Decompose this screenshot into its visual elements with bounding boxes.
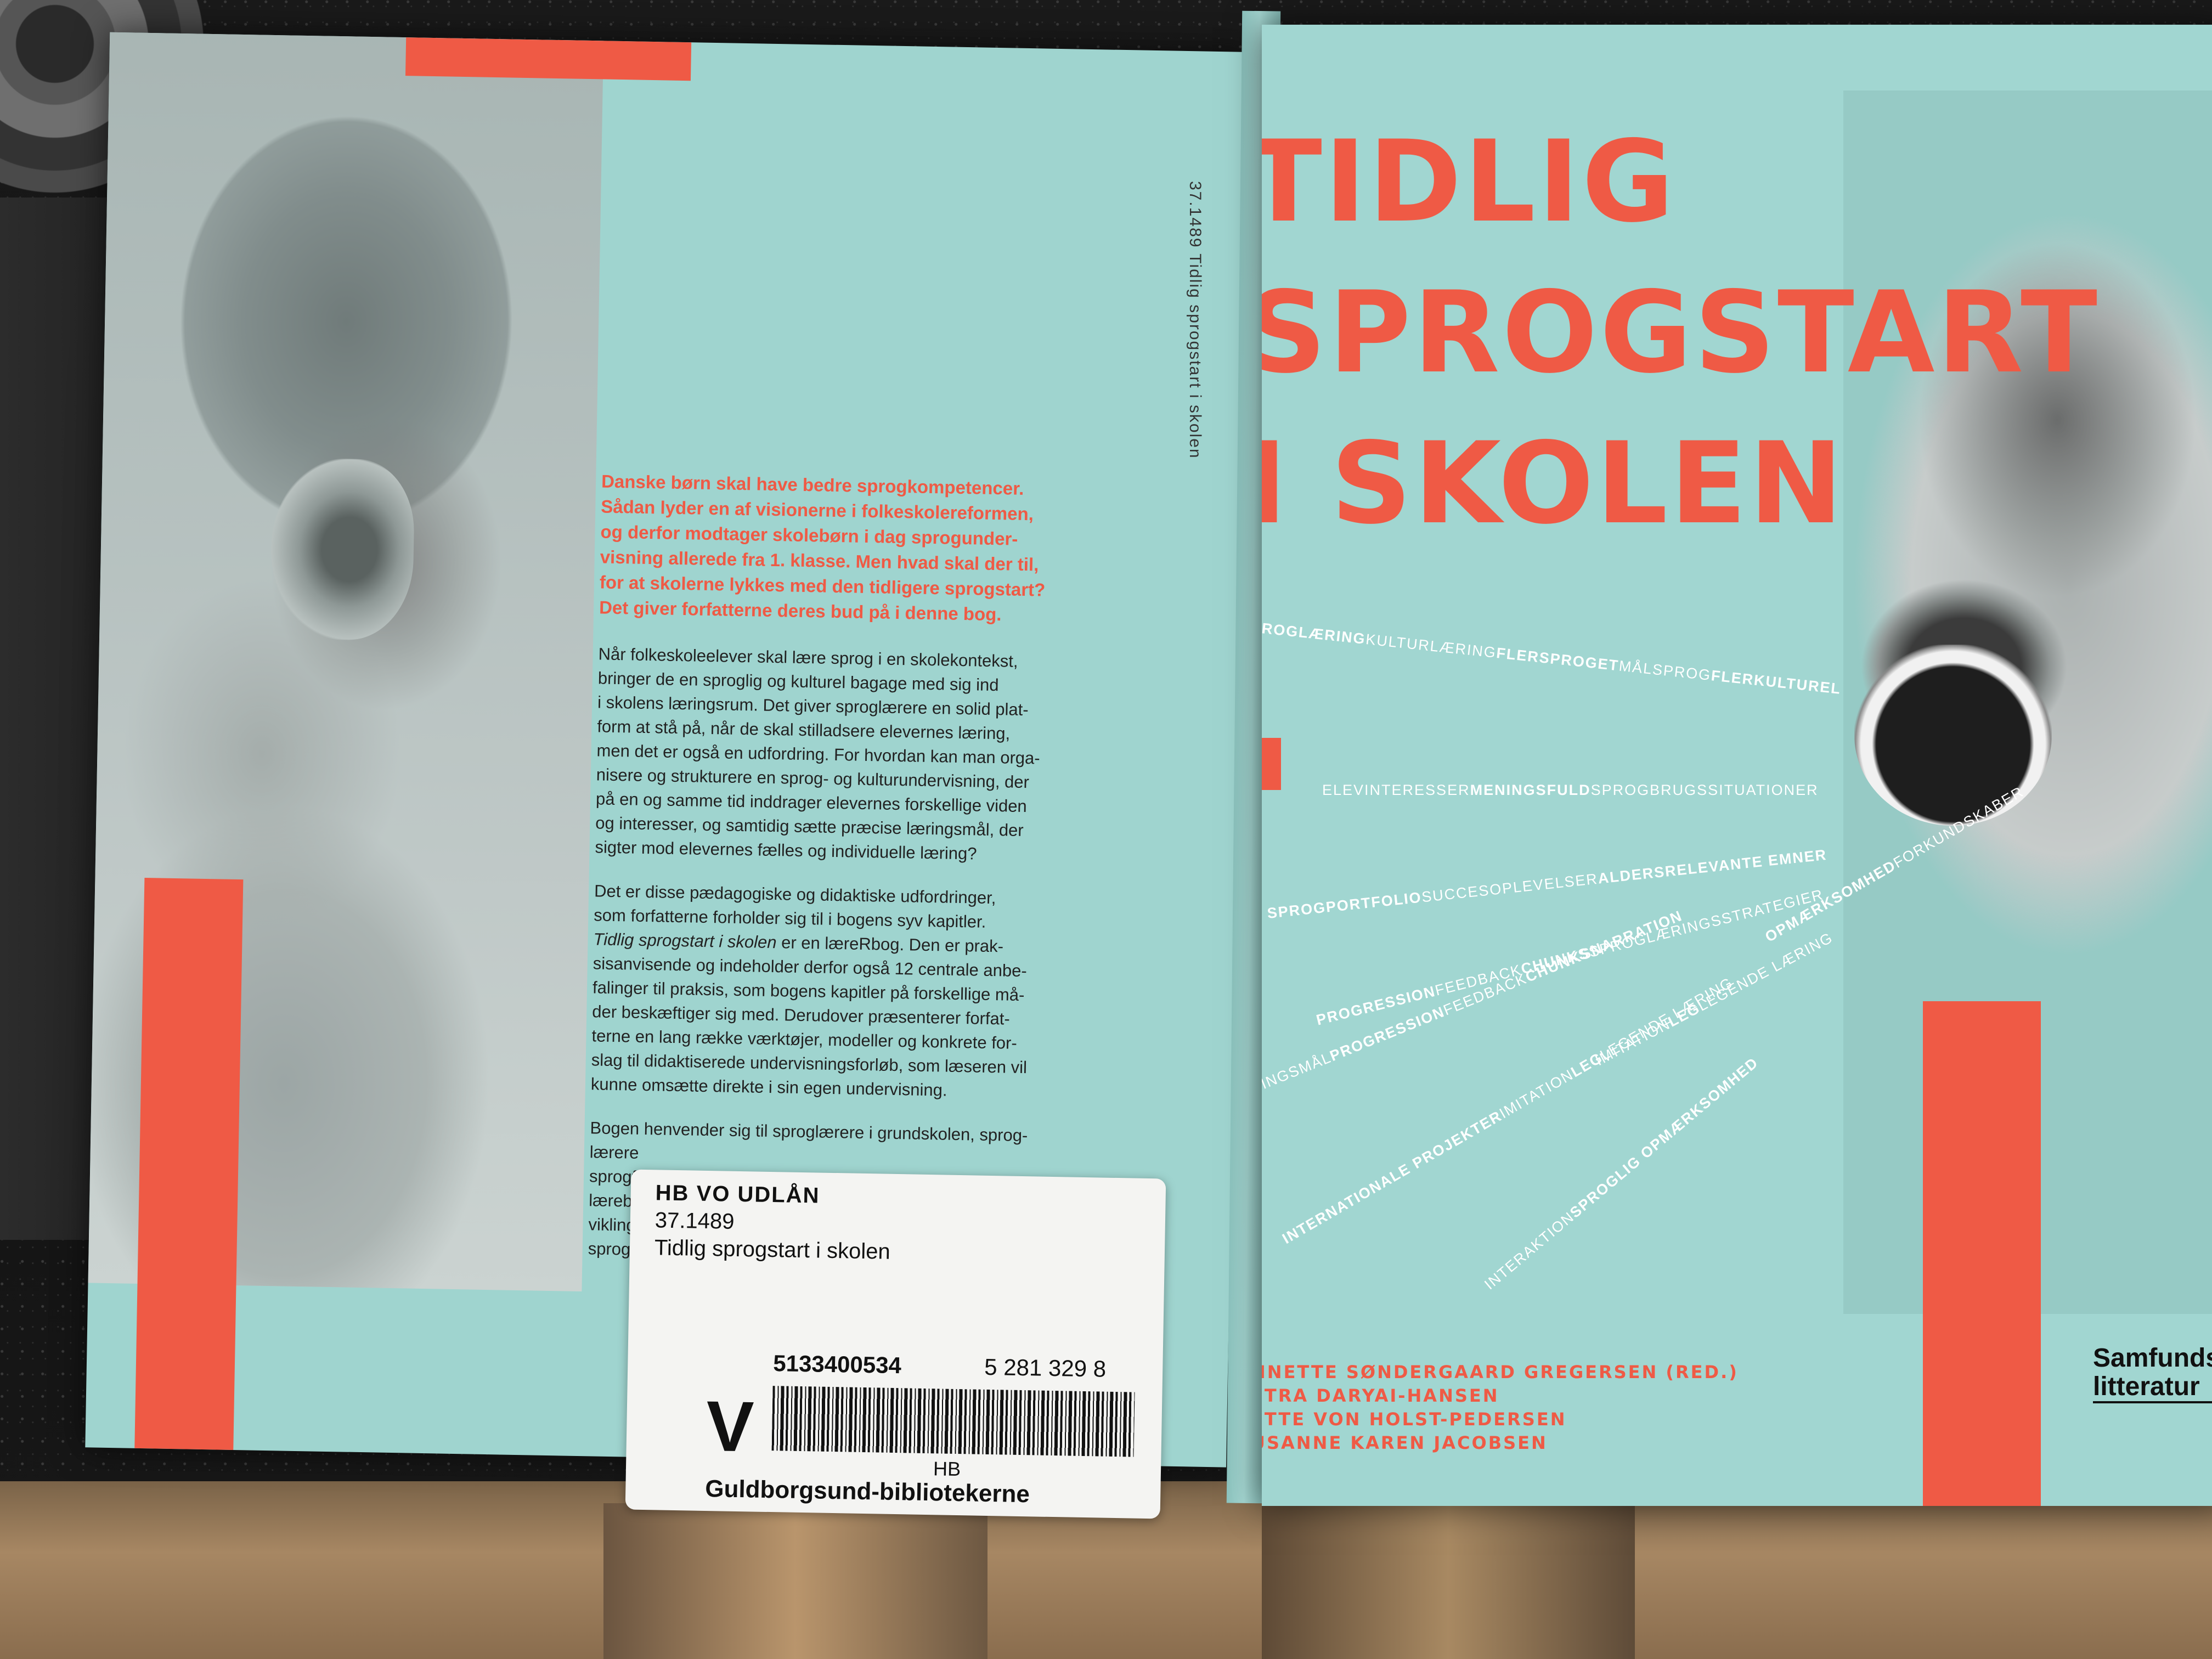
keyword: KULTURLÆRING xyxy=(1364,630,1498,661)
keyword-line: ELEVINTERESSERMENINGSFULDSPROGBRUGSSITUA… xyxy=(1322,782,1819,799)
blurb-text: Det er disse pædagogiske og didaktiske u… xyxy=(594,881,996,932)
blurb-paragraph: Det er disse pædagogiske og didaktiske u… xyxy=(591,879,1198,1107)
keyword: SUCCESOPLEVELSER xyxy=(1420,870,1599,906)
blurb-text: er en læreRbog. Den er prak- sisanvisend… xyxy=(590,933,1028,1100)
spine-text: 37.1489 Tidlig sprogstart i skolen xyxy=(1186,181,1204,459)
blurb-book-title: Tidlig sprogstart i skolen xyxy=(593,929,777,952)
book-title: TIDLIG SPROGSTART I SKOLEN xyxy=(1262,117,2100,549)
library-sticker: HB VO UDLÅN 37.1489 Tidlig sprogstart i … xyxy=(625,1169,1166,1519)
sticker-title: Tidlig sprogstart i skolen xyxy=(654,1235,891,1264)
sticker-code: HB VO UDLÅN xyxy=(655,1181,820,1208)
sticker-classification: 37.1489 xyxy=(654,1208,735,1234)
keyword: IMITATION xyxy=(1497,1066,1577,1122)
red-accent-bar xyxy=(405,37,692,81)
sticker-letter: V xyxy=(706,1386,755,1467)
book-front-cover: TIDLIG SPROGSTART I SKOLEN ROGLÆRINGKULT… xyxy=(1262,25,2212,1506)
back-cover-blurb: Danske børn skal have bedre sprogkompete… xyxy=(588,469,1205,1291)
red-accent-bar xyxy=(1262,738,1281,790)
blurb-lead: Danske børn skal have bedre sprogkompete… xyxy=(599,471,1046,625)
floor-board xyxy=(1262,1503,1635,1659)
isbn-fragment: 5 281 329 8 xyxy=(984,1353,1107,1382)
keyword: MENINGSFULD xyxy=(1470,782,1591,798)
barcode xyxy=(771,1386,1135,1457)
keyword: FLERSPROGET xyxy=(1496,645,1620,674)
publisher-logo: Samfunds litteratur xyxy=(2093,1344,2212,1403)
keyword-line: INTERAKTIONSPROGLIG OPMÆRKSOMHED xyxy=(1481,1054,1762,1293)
blurb-paragraph: Når folkeskoleelever skal lære sprog i e… xyxy=(595,644,1040,864)
sticker-library-name: Guldborgsund-bibliotekerne xyxy=(704,1475,1030,1508)
keyword: ELEVINTERESSER xyxy=(1322,782,1470,798)
keyword: SPROGBRUGSSITUATIONER xyxy=(1590,782,1819,798)
red-accent-bar xyxy=(134,878,244,1451)
sticker-branch: HB xyxy=(933,1457,961,1481)
keyword: LEGENDE LÆRING xyxy=(1597,974,1736,1064)
keyword-line: RINGSMÅLPROGRESSIONFEEDBACKCHUNKSNARRATI… xyxy=(1262,907,1685,1097)
keyword: SPROGPORTFOLIO xyxy=(1266,889,1423,922)
barcode-number: 5133400534 xyxy=(772,1350,902,1379)
floor-board xyxy=(603,1503,988,1659)
keyword: INTERAKTION xyxy=(1481,1208,1578,1293)
keyword: MÅLSPROG xyxy=(1618,657,1712,684)
red-accent-bar xyxy=(1923,1001,2041,1506)
keyword: ROGLÆRING xyxy=(1262,620,1367,647)
keyword: INTERNATIONALE PROJEKTER xyxy=(1279,1107,1505,1248)
keyword: RINGSMÅL xyxy=(1262,1049,1334,1097)
author-list: NNETTE SØNDERGAARD GREGERSEN (RED.) ETRA… xyxy=(1262,1362,1739,1453)
